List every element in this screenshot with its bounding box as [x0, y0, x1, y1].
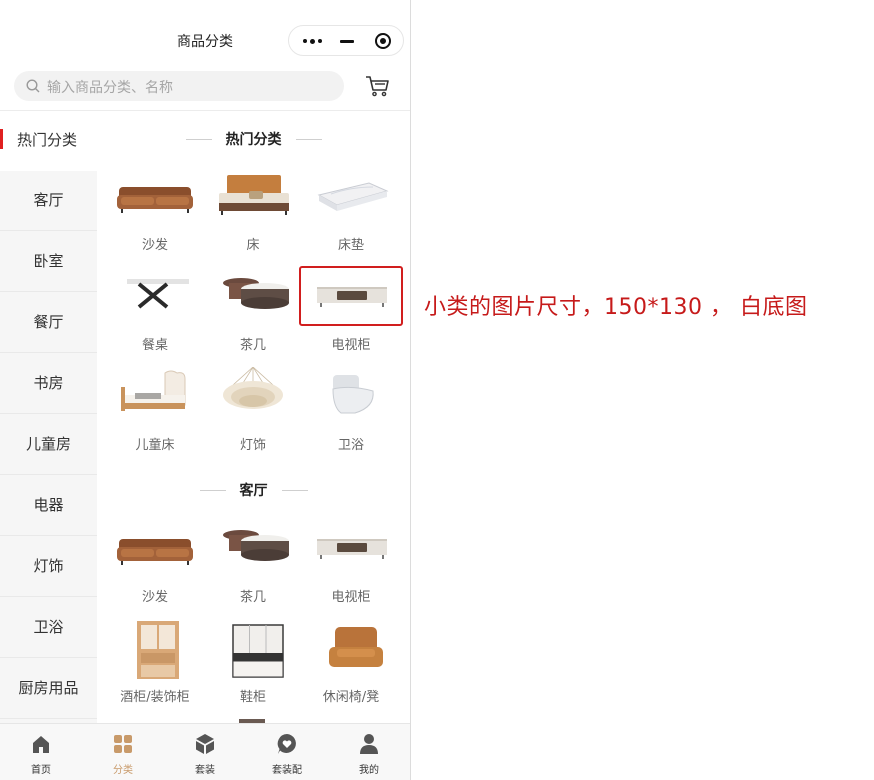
category-label: 灯饰: [239, 438, 266, 453]
sidebar-item-label: 卫浴: [33, 618, 64, 636]
section-title-hot: 热门分类: [225, 132, 282, 148]
category-item-dining-table[interactable]: 餐桌: [106, 267, 204, 357]
tab-home[interactable]: 首页: [0, 724, 82, 780]
tab-category[interactable]: 分类: [82, 724, 164, 780]
lounge-chair-image: [329, 627, 383, 667]
sidebar-item-label: 卧室: [33, 252, 64, 270]
kids-bed-image: [121, 370, 186, 411]
sidebar-item-label: 餐厅: [33, 313, 64, 331]
sidebar-item-label: 客厅: [33, 191, 64, 209]
category-label: 沙发: [141, 590, 168, 605]
sidebar-item-label: 热门分类: [17, 131, 78, 149]
bed-image: [219, 175, 289, 215]
category-label: 沙发: [141, 238, 168, 253]
mini-program-screen: 商品分类 输入商品分类、名称 热门分类 客厅 卧室 餐厅 书房 儿童房 电器 灯…: [0, 0, 411, 780]
chandelier-image: [223, 367, 283, 409]
dining-table-image: [127, 279, 189, 309]
category-item-mattress[interactable]: 床垫: [302, 167, 400, 257]
tab-label: 套装: [195, 765, 215, 776]
sidebar-item-label: 灯饰: [33, 557, 64, 575]
sidebar-item-bedroom[interactable]: 卧室: [0, 232, 97, 292]
tv-cabinet-image: [317, 539, 387, 559]
coffee-table-image: [223, 530, 289, 561]
sidebar-item-study[interactable]: 书房: [0, 354, 97, 414]
sidebar-item-kids-room[interactable]: 儿童房: [0, 415, 97, 475]
sidebar-item-living-room[interactable]: 客厅: [0, 171, 97, 231]
sidebar-item-dining-room[interactable]: 餐厅: [0, 293, 97, 353]
more-icon[interactable]: [303, 38, 325, 44]
tab-label: 首页: [31, 765, 51, 776]
category-item-bed[interactable]: 床: [204, 167, 302, 257]
sidebar-item-bathroom[interactable]: 卫浴: [0, 598, 97, 658]
section-title-living-room: 客厅: [239, 483, 268, 499]
sofa-image: [117, 539, 193, 565]
category-item-tv-cabinet[interactable]: 电视柜: [302, 519, 400, 609]
wine-cabinet-image: [137, 621, 179, 679]
category-label: 酒柜/装饰柜: [120, 690, 190, 705]
close-icon[interactable]: [375, 33, 391, 49]
sidebar-item-kitchen[interactable]: 厨房用品: [0, 659, 97, 719]
cart-icon[interactable]: [364, 73, 390, 99]
tab-label: 分类: [113, 765, 133, 776]
shoe-cabinet-image: [232, 624, 284, 678]
mattress-image: [317, 182, 389, 211]
bottom-tabbar: 首页 分类 套装 套装配 我的: [0, 723, 410, 780]
section-divider: [296, 139, 322, 140]
category-label: 儿童床: [135, 438, 175, 453]
category-label: 茶几: [239, 590, 266, 605]
tab-package[interactable]: 套装: [164, 724, 246, 780]
category-label: 茶几: [239, 338, 266, 353]
category-item-chandelier[interactable]: 灯饰: [204, 367, 302, 457]
sidebar-item-appliances[interactable]: 电器: [0, 476, 97, 536]
category-label: 餐桌: [141, 338, 168, 353]
category-item-toilet[interactable]: 卫浴: [302, 367, 400, 457]
mini-program-capsule: [288, 25, 404, 56]
annotation-note: 小类的图片尺寸，150*130 ， 白底图: [424, 295, 808, 320]
sidebar-item-label: 电器: [33, 496, 64, 514]
sidebar-item-label: 厨房用品: [18, 679, 79, 697]
nav-header: 商品分类: [0, 0, 410, 64]
home-icon: [33, 736, 49, 753]
section-divider: [282, 490, 308, 491]
category-label: 休闲椅/凳: [322, 690, 380, 705]
heart-chat-icon: [277, 734, 296, 754]
category-label: 鞋柜: [239, 690, 266, 705]
category-item-lounge-chair[interactable]: 休闲椅/凳: [302, 619, 400, 709]
category-icon: [114, 735, 132, 753]
category-item-kids-bed[interactable]: 儿童床: [106, 367, 204, 457]
tab-package-match[interactable]: 套装配: [246, 724, 328, 780]
user-icon: [360, 734, 378, 754]
search-icon: [26, 79, 40, 93]
sidebar-item-hot[interactable]: 热门分类: [0, 111, 97, 171]
category-label: 电视柜: [331, 590, 371, 605]
highlight-box: [299, 266, 403, 326]
category-item-sofa[interactable]: 沙发: [106, 167, 204, 257]
category-sidebar: 热门分类 客厅 卧室 餐厅 书房 儿童房 电器 灯饰 卫浴 厨房用品: [0, 111, 97, 723]
tab-label: 我的: [359, 765, 379, 776]
category-item-shoe-cabinet[interactable]: 鞋柜: [204, 619, 302, 709]
coffee-table-image: [223, 278, 289, 309]
category-item-coffee-table[interactable]: 茶几: [204, 267, 302, 357]
category-item-coffee-table[interactable]: 茶几: [204, 519, 302, 609]
toilet-image: [332, 375, 374, 414]
sofa-image: [117, 187, 193, 213]
category-item-sofa[interactable]: 沙发: [106, 519, 204, 609]
search-placeholder: 输入商品分类、名称: [47, 80, 173, 96]
category-content: 热门分类 沙发 床 床垫 餐桌 茶几 电视柜 儿童床 灯饰 卫浴 客厅 沙发 茶…: [97, 111, 410, 723]
sidebar-item-label: 儿童房: [25, 435, 71, 453]
category-label: 床: [246, 238, 260, 253]
category-label: 床垫: [337, 238, 364, 253]
category-item-wine-cabinet[interactable]: 酒柜/装饰柜: [106, 619, 204, 709]
tab-label: 套装配: [272, 765, 302, 776]
category-label: 电视柜: [331, 338, 371, 353]
sidebar-item-lighting[interactable]: 灯饰: [0, 537, 97, 597]
search-input[interactable]: 输入商品分类、名称: [14, 71, 344, 101]
minimize-icon[interactable]: [340, 40, 354, 43]
box-icon: [196, 734, 214, 754]
category-label: 卫浴: [337, 438, 364, 453]
sidebar-item-label: 书房: [33, 374, 64, 392]
tab-mine[interactable]: 我的: [328, 724, 410, 780]
